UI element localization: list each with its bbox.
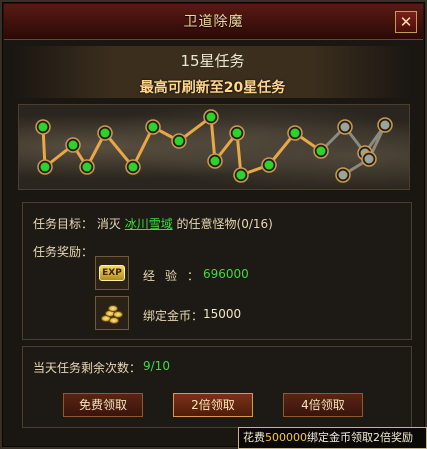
- quest-panel: 卫道除魔 ✕ 15星任务 最高可刷新至20星任务 任务目标： 消灭 冰川雪域 的…: [0, 0, 427, 449]
- star-node-completed: [264, 160, 274, 170]
- double-claim-button[interactable]: 2倍领取: [173, 393, 253, 417]
- star-node-locked: [364, 154, 374, 164]
- cost-tooltip: 花费500000绑定金币领取2倍奖励: [238, 427, 427, 449]
- exp-icon: EXP: [95, 256, 129, 290]
- star-node-completed: [236, 170, 246, 180]
- gold-label: 绑定金币：: [143, 309, 204, 323]
- star-task-title: 15星任务: [180, 52, 245, 70]
- window-title: 卫道除魔: [183, 14, 244, 30]
- star-node-completed: [68, 140, 78, 150]
- goal-label: 任务目标：: [33, 217, 94, 231]
- monster-link[interactable]: 冰川雪域: [125, 217, 173, 231]
- tooltip-amount: 500000: [265, 431, 307, 444]
- star-node-completed: [232, 128, 242, 138]
- reward-label: 任务奖励：: [33, 245, 94, 259]
- coin-shape: [108, 305, 118, 312]
- exp-label: 经验：: [143, 269, 210, 283]
- remaining-label: 当天任务剩余次数：: [33, 361, 142, 375]
- gold-value: 15000: [203, 307, 242, 321]
- star-node-completed: [100, 128, 110, 138]
- quadruple-claim-button[interactable]: 4倍领取: [283, 393, 363, 417]
- coin-shape: [113, 311, 123, 318]
- star-node-completed: [174, 136, 184, 146]
- task-goal-row: 任务目标： 消灭 冰川雪域 的任意怪物(0/16): [33, 215, 273, 232]
- star-node-completed: [40, 162, 50, 172]
- task-info-box: 任务目标： 消灭 冰川雪域 的任意怪物(0/16) 任务奖励： EXP 经验： …: [22, 202, 412, 340]
- tooltip-suffix: 绑定金币领取2倍奖励: [307, 431, 413, 444]
- star-node-completed: [290, 128, 300, 138]
- free-claim-button[interactable]: 免费领取: [63, 393, 143, 417]
- star-node-locked: [380, 120, 390, 130]
- progress-path-svg: [35, 109, 393, 183]
- star-node-locked: [340, 122, 350, 132]
- tooltip-prefix: 花费: [243, 431, 265, 444]
- coin-shape: [109, 317, 119, 324]
- star-node-completed: [82, 162, 92, 172]
- close-button[interactable]: ✕: [395, 11, 417, 33]
- exp-value: 696000: [203, 267, 249, 281]
- star-node-locked: [338, 170, 348, 180]
- star-node-completed: [316, 146, 326, 156]
- star-banner: 15星任务 最高可刷新至20星任务: [12, 46, 413, 98]
- exp-badge: EXP: [99, 265, 125, 281]
- goal-prefix: 消灭: [96, 217, 121, 231]
- star-node-completed: [38, 122, 48, 132]
- gold-coin-icon: [95, 296, 129, 330]
- star-node-completed: [206, 112, 216, 122]
- star-node-completed: [210, 156, 220, 166]
- title-bar: 卫道除魔 ✕: [4, 4, 423, 40]
- star-node-completed: [128, 162, 138, 172]
- star-node-completed: [148, 122, 158, 132]
- refresh-hint: 最高可刷新至20星任务: [139, 80, 286, 96]
- goal-suffix: 的任意怪物(0/16): [176, 217, 273, 231]
- claim-box: 当天任务剩余次数： 9/10 免费领取 2倍领取 4倍领取: [22, 346, 412, 428]
- star-progress-path: [18, 104, 410, 190]
- remaining-value: 9/10: [143, 359, 170, 373]
